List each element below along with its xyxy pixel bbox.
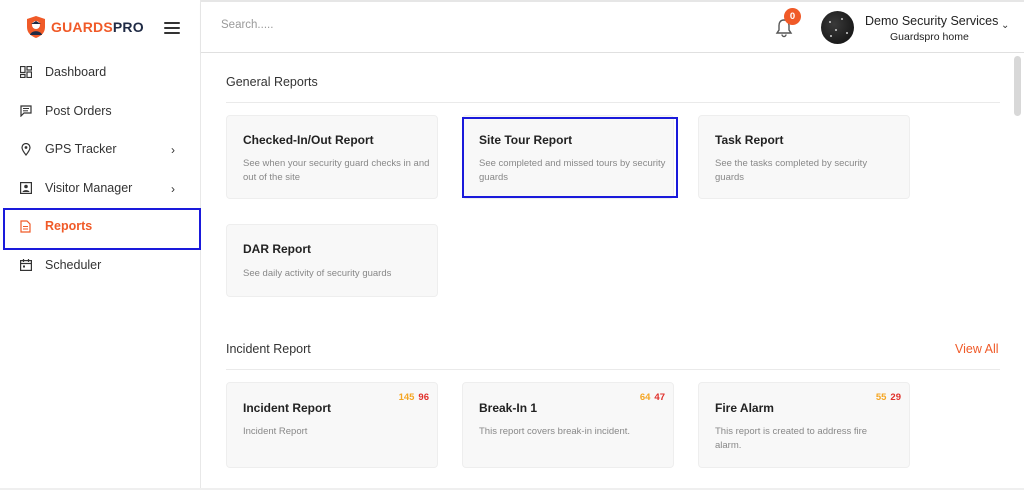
logo-row: GUARDSPRO — [0, 0, 201, 54]
incident-card-incident-report[interactable]: 145 96 Incident Report Incident Report — [226, 382, 438, 468]
count-a: 55 — [875, 392, 887, 403]
sidebar-item-dashboard[interactable]: Dashboard — [0, 53, 201, 92]
card-title: Task Report — [715, 133, 784, 147]
report-card-checked-in-out[interactable]: Checked-In/Out Report See when your secu… — [226, 115, 438, 199]
view-all-link[interactable]: View All — [955, 342, 999, 356]
chevron-right-icon: › — [171, 181, 175, 196]
count-b: 29 — [890, 392, 901, 403]
sidebar-item-post-orders[interactable]: Post Orders — [0, 92, 201, 131]
notification-count-badge: 0 — [784, 8, 801, 25]
calendar-icon — [19, 258, 32, 271]
card-description: This report covers break-in incident. — [479, 426, 631, 437]
report-card-task[interactable]: Task Report See the tasks completed by s… — [698, 115, 910, 199]
avatar[interactable] — [821, 11, 854, 44]
sidebar-item-gps-tracker[interactable]: GPS Tracker › — [0, 130, 201, 169]
count-a: 64 — [639, 392, 651, 403]
incident-counts: 55 29 — [876, 392, 901, 403]
dashboard-icon — [19, 66, 32, 79]
sidebar-item-label: Dashboard — [45, 65, 107, 80]
sidebar-item-visitor-manager[interactable]: Visitor Manager › — [0, 169, 201, 208]
sidebar-item-label: Visitor Manager — [45, 180, 133, 195]
incident-card-fire-alarm[interactable]: 55 29 Fire Alarm This report is created t… — [698, 382, 910, 468]
sidebar-item-scheduler[interactable]: Scheduler — [0, 246, 201, 285]
company-subtitle: Guardspro home — [890, 31, 969, 43]
location-pin-icon — [19, 142, 32, 156]
company-name[interactable]: Demo Security Services — [865, 14, 998, 28]
chevron-down-icon[interactable]: ⌄ — [1001, 20, 1009, 31]
general-reports-divider — [226, 102, 1000, 103]
incident-report-title: Incident Report — [226, 342, 311, 356]
incident-counts: 145 96 — [399, 392, 429, 403]
menu-toggle-icon[interactable] — [164, 22, 180, 34]
report-card-dar[interactable]: DAR Report See daily activity of securit… — [226, 224, 438, 297]
brand-name-part1: GUARDS — [51, 19, 113, 35]
card-title: Break-In 1 — [479, 401, 538, 415]
post-orders-icon — [19, 104, 32, 117]
count-b: 47 — [654, 392, 665, 403]
card-description: See the tasks completed by security guar… — [715, 158, 868, 183]
general-reports-title: General Reports — [226, 75, 318, 89]
guard-badge-icon — [27, 16, 45, 38]
sidebar-item-label: Post Orders — [45, 103, 112, 118]
visitor-icon — [19, 181, 32, 194]
active-item-highlight — [3, 208, 201, 250]
chevron-right-icon: › — [171, 143, 175, 157]
search-input[interactable] — [221, 19, 521, 31]
top-header: 0 Demo Security Services Guardspro home … — [201, 2, 1024, 53]
card-title: Checked-In/Out Report — [243, 133, 374, 147]
brand-logo[interactable]: GUARDSPRO — [25, 14, 144, 40]
count-a: 145 — [398, 392, 415, 403]
brand-name-part2: PRO — [112, 19, 144, 35]
incident-report-divider — [226, 369, 1000, 370]
card-description: Incident Report — [243, 426, 308, 437]
card-title: DAR Report — [243, 242, 311, 256]
card-description: See daily activity of security guards — [243, 268, 392, 279]
site-tour-highlight — [462, 117, 678, 198]
card-title: Fire Alarm — [715, 401, 774, 415]
sidebar-item-label: Scheduler — [45, 257, 102, 272]
card-description: This report is created to address fire a… — [715, 426, 868, 451]
sidebar-item-label: GPS Tracker — [45, 142, 117, 157]
incident-card-break-in[interactable]: 64 47 Break-In 1 This report covers break… — [462, 382, 674, 468]
card-description: See when your security guard checks in a… — [243, 158, 430, 183]
brand-name: GUARDSPRO — [51, 19, 144, 35]
incident-counts: 64 47 — [640, 392, 665, 403]
count-b: 96 — [418, 392, 429, 403]
card-title: Incident Report — [243, 401, 332, 415]
scrollbar-thumb[interactable] — [1014, 56, 1021, 116]
